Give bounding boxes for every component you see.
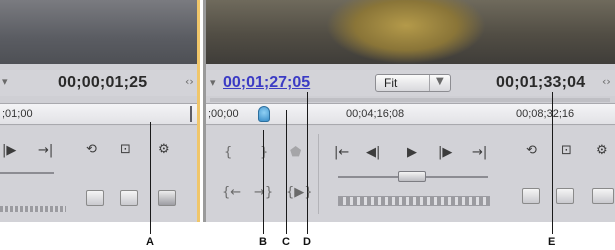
loop-icon[interactable]: ⟲ <box>86 143 97 156</box>
program-video-subject <box>326 0 486 64</box>
callout-label-b: B <box>259 236 267 248</box>
source-time-ruler[interactable]: ;01;00 <box>0 103 197 125</box>
go-to-next-edit-icon[interactable]: →| <box>472 146 487 159</box>
zoom-select-divider <box>429 75 430 91</box>
source-ruler-label: ;01;00 <box>2 108 33 120</box>
overlay-button[interactable] <box>120 190 138 206</box>
program-dropdown-icon[interactable]: ▾ <box>210 77 216 88</box>
program-duration-timecode: 00;01;33;04 <box>496 74 586 91</box>
program-nav-arrows-icon[interactable]: ‹› <box>602 76 611 87</box>
go-to-previous-edit-icon[interactable]: |← <box>334 146 349 159</box>
output-icon[interactable]: ⚙ <box>158 143 170 156</box>
extract-button[interactable] <box>556 188 574 204</box>
go-to-in-icon[interactable]: {← <box>222 186 241 199</box>
callout-line-c <box>286 110 287 234</box>
output-icon[interactable]: ⚙ <box>596 144 608 157</box>
callout-label-a: A <box>146 236 154 248</box>
source-shuttle-bar[interactable] <box>0 206 66 212</box>
play-icon[interactable]: ▶ <box>407 146 417 159</box>
zoom-fit-value: Fit <box>384 76 398 90</box>
ruler-tick-0: ;00;00 <box>208 108 239 120</box>
callout-line-b <box>263 130 264 234</box>
mark-in-icon[interactable]: { <box>224 146 232 159</box>
callout-label-e: E <box>548 236 556 248</box>
trim-button[interactable] <box>592 188 614 204</box>
step-forward-icon[interactable]: |▶ <box>2 144 16 157</box>
callout-label-d: D <box>303 236 311 248</box>
safe-margins-icon[interactable]: ⊡ <box>120 143 131 156</box>
source-monitor-panel: ▾ 00;00;01;25 ‹› ;01;00 |▶ →| ⟲ ⊡ ⚙ <box>0 0 200 222</box>
ruler-tick-1: 00;04;16;08 <box>346 108 405 120</box>
screenshot-stage: ▾ 00;00;01;25 ‹› ;01;00 |▶ →| ⟲ ⊡ ⚙ ▾ 00… <box>0 0 615 250</box>
source-out-marker <box>190 106 192 122</box>
source-video-frame <box>0 0 197 64</box>
go-to-out-icon[interactable]: →| <box>38 144 53 157</box>
step-back-icon[interactable]: ◀| <box>366 146 380 159</box>
loop-icon[interactable]: ⟲ <box>526 144 537 157</box>
source-jog-track[interactable] <box>0 172 54 174</box>
set-marker-icon[interactable]: ⬟ <box>290 146 301 159</box>
callout-line-d <box>307 92 308 234</box>
insert-button[interactable] <box>86 190 104 206</box>
source-dropdown-icon[interactable]: ▾ <box>2 76 8 87</box>
callout-label-c: C <box>282 236 290 248</box>
program-view-area-bar[interactable] <box>210 98 610 102</box>
program-controls: { } ⬟ {← →} {▶} |← ◀| ▶ |▶ →| ⟲ ⊡ ⚙ <box>206 126 615 222</box>
source-controls: |▶ →| ⟲ ⊡ ⚙ <box>0 126 197 222</box>
zoom-fit-select[interactable]: Fit ▼ <box>375 74 451 92</box>
source-timecode-row: ▾ 00;00;01;25 ‹› <box>0 70 197 96</box>
source-nav-arrows-icon[interactable]: ‹› <box>185 76 194 87</box>
lift-button[interactable] <box>522 188 540 204</box>
step-forward-icon[interactable]: |▶ <box>438 146 452 159</box>
source-timecode: 00;00;01;25 <box>58 74 148 91</box>
export-frame-button[interactable] <box>158 190 176 206</box>
safe-margins-icon[interactable]: ⊡ <box>561 144 572 157</box>
ruler-tick-2: 00;08;32;16 <box>516 108 575 120</box>
controls-divider <box>318 134 319 214</box>
callout-line-a <box>150 122 151 234</box>
program-monitor-panel: ▾ 00;01;27;05 Fit ▼ 00;01;33;04 ‹› ;00;0… <box>203 0 615 222</box>
shuttle-handle[interactable] <box>398 171 426 182</box>
chevron-down-icon: ▼ <box>436 76 444 87</box>
program-video-frame <box>206 0 615 64</box>
play-in-to-out-icon[interactable]: {▶} <box>286 186 313 199</box>
program-current-timecode[interactable]: 00;01;27;05 <box>223 74 310 92</box>
mark-out-icon[interactable]: } <box>260 146 268 159</box>
program-time-ruler[interactable]: ;00;00 00;04;16;08 00;08;32;16 <box>206 98 615 125</box>
jog-disk[interactable] <box>338 196 490 206</box>
callout-line-e <box>552 92 553 234</box>
program-timecode-row: ▾ 00;01;27;05 Fit ▼ 00;01;33;04 ‹› <box>206 70 615 96</box>
playhead-handle[interactable] <box>258 106 270 122</box>
